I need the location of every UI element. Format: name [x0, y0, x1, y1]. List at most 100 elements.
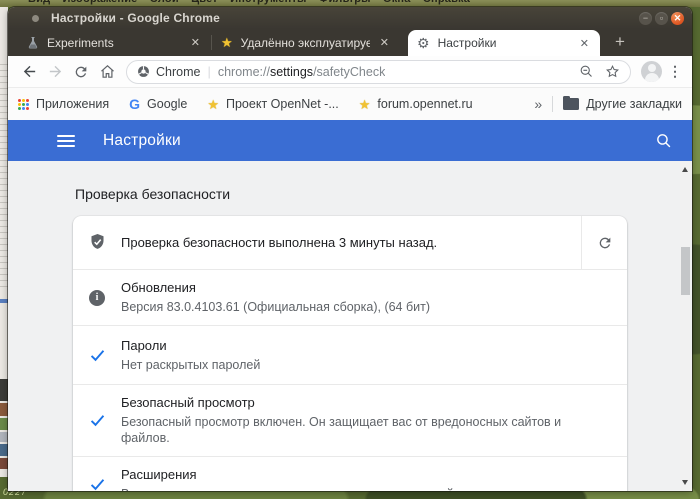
- close-tab-icon[interactable]: ✕: [578, 37, 591, 50]
- bookmark-star-icon[interactable]: [605, 64, 620, 79]
- reload-button[interactable]: [68, 59, 94, 85]
- settings-header: Настройки: [8, 120, 692, 161]
- google-logo-icon: G: [129, 96, 141, 112]
- background-thumbnail: [0, 458, 8, 469]
- close-tab-icon[interactable]: ✕: [378, 36, 391, 49]
- bookmarks-bar: Приложения G Google ★ Проект OpenNet -..…: [8, 88, 692, 120]
- close-tab-icon[interactable]: ✕: [189, 36, 202, 49]
- row-subtitle: Безопасный просмотр включен. Он защищает…: [121, 415, 562, 445]
- row-title: Обновления: [121, 280, 196, 295]
- settings-title: Настройки: [103, 131, 181, 149]
- bookmark-apps[interactable]: Приложения: [18, 97, 109, 111]
- window-controls: − ▫ ✕: [639, 11, 684, 25]
- background-text-lines: [0, 59, 8, 289]
- bookmark-label: Проект OpenNet -...: [226, 97, 339, 111]
- bookmark-label: Приложения: [36, 97, 110, 111]
- bookmark-opennet[interactable]: ★ Проект OpenNet -...: [207, 97, 338, 111]
- run-safety-check-button[interactable]: [581, 216, 627, 269]
- tab-experiments[interactable]: Experiments ✕: [18, 29, 211, 56]
- background-thumbnail: [0, 403, 8, 416]
- row-subtitle: Версия 83.0.4103.61 (Официальная сборка)…: [121, 300, 431, 314]
- folder-icon: [563, 95, 580, 110]
- menu-hamburger-icon[interactable]: [57, 134, 75, 147]
- url-divider: |: [207, 64, 211, 79]
- bookmark-label: Google: [147, 97, 188, 111]
- search-icon[interactable]: [655, 132, 672, 149]
- section-title: Проверка безопасности: [75, 186, 231, 202]
- apps-grid-icon: [18, 98, 29, 110]
- window-menu-icon[interactable]: [32, 14, 39, 22]
- zoom-indicator-icon[interactable]: [579, 64, 594, 79]
- star-favicon: ★: [221, 35, 233, 50]
- refresh-icon: [599, 237, 610, 248]
- url-host: settings: [269, 64, 314, 79]
- site-settings-icon[interactable]: [137, 65, 150, 78]
- tab-label: Настройки: [437, 36, 497, 50]
- tab-label: Experiments: [47, 35, 114, 50]
- background-thumbnail: [0, 444, 8, 456]
- url-text: Chrome | chrome:// settings /safetyCheck: [150, 64, 385, 79]
- check-icon: [73, 411, 121, 430]
- maximize-button[interactable]: ▫: [655, 11, 668, 25]
- address-bar[interactable]: Chrome | chrome:// settings /safetyCheck: [126, 59, 631, 84]
- safety-check-card: Проверка безопасности выполнена 3 минуты…: [73, 216, 627, 491]
- vertical-scrollbar[interactable]: [680, 161, 691, 491]
- back-button[interactable]: [16, 59, 42, 85]
- shield-check-icon: [73, 233, 121, 252]
- background-dark-fragment: [0, 379, 8, 401]
- background-menu-items: Вид Изображение Слои Цвет Инструменты Фи…: [0, 0, 700, 5]
- tab-strip: Experiments ✕ ★ Удалённо эксплуатируемая…: [8, 29, 692, 56]
- window-titlebar[interactable]: Настройки - Google Chrome − ▫ ✕: [8, 7, 692, 29]
- url-path: /safetyCheck: [313, 64, 386, 79]
- bookmark-label: forum.opennet.ru: [377, 97, 473, 111]
- check-icon: [73, 475, 121, 491]
- tab-opennet-article[interactable]: ★ Удалённо эксплуатируемая ✕: [212, 29, 400, 56]
- new-tab-button[interactable]: +: [608, 30, 632, 54]
- gear-icon: ⚙: [417, 35, 430, 51]
- bookmark-google[interactable]: G Google: [129, 97, 187, 111]
- status-text: Проверка безопасности выполнена 3 минуты…: [121, 234, 438, 250]
- scroll-up-arrow[interactable]: [682, 167, 688, 172]
- chrome-window: Настройки - Google Chrome − ▫ ✕ Experime…: [8, 7, 692, 491]
- check-icon: [73, 346, 121, 365]
- close-window-button[interactable]: ✕: [671, 11, 684, 25]
- background-thumbnail: [0, 432, 8, 442]
- extensions-row[interactable]: Расширения Включена защита от потенциаль…: [73, 456, 627, 491]
- url-product-label: Chrome: [156, 64, 201, 79]
- minimize-button[interactable]: −: [639, 11, 652, 25]
- window-title: Настройки - Google Chrome: [51, 11, 220, 25]
- row-subtitle: Включена защита от потенциально опасных …: [121, 486, 611, 491]
- scrollbar-thumb[interactable]: [681, 247, 690, 295]
- background-link-fragment: [0, 299, 8, 303]
- row-title: Расширения: [121, 467, 197, 482]
- bookmark-forum-opennet[interactable]: ★ forum.opennet.ru: [359, 97, 473, 111]
- background-window-sliver: [0, 7, 8, 477]
- home-button[interactable]: [94, 59, 120, 85]
- bookmarks-overflow-chevron[interactable]: »: [534, 96, 542, 112]
- bookmarks-divider: [552, 96, 554, 112]
- bookmarks-right-group: » Другие закладки: [534, 95, 682, 112]
- profile-avatar[interactable]: [641, 61, 662, 82]
- tab-settings[interactable]: ⚙ Настройки ✕: [408, 30, 600, 56]
- row-title: Безопасный просмотр: [121, 395, 255, 410]
- safe-browsing-row[interactable]: Безопасный просмотр Безопасный просмотр …: [73, 384, 627, 456]
- chrome-menu-icon[interactable]: ⋮: [668, 63, 682, 80]
- other-bookmarks-button[interactable]: Другие закладки: [586, 97, 682, 111]
- row-subtitle: Нет раскрытых паролей: [121, 357, 261, 372]
- settings-content: Проверка безопасности Проверка безопасно…: [8, 161, 692, 491]
- star-favicon: ★: [358, 96, 371, 112]
- url-scheme: chrome://: [217, 64, 270, 79]
- info-icon: i: [73, 289, 121, 306]
- star-favicon: ★: [207, 96, 219, 112]
- navigation-toolbar: Chrome | chrome:// settings /safetyCheck…: [8, 56, 692, 88]
- background-thumbnail: [0, 418, 8, 430]
- forward-button[interactable]: [42, 59, 68, 85]
- passwords-row[interactable]: Пароли Нет раскрытых паролей: [73, 325, 627, 384]
- row-title: Пароли: [121, 337, 167, 353]
- screen: Вид Изображение Слои Цвет Инструменты Фи…: [0, 0, 700, 499]
- flask-icon: [27, 36, 39, 49]
- scroll-down-arrow[interactable]: [682, 480, 688, 485]
- tab-label: Удалённо эксплуатируемая: [240, 35, 370, 50]
- safety-check-status-row: Проверка безопасности выполнена 3 минуты…: [73, 216, 627, 269]
- updates-row[interactable]: i Обновления Версия 83.0.4103.61 (Официа…: [73, 269, 627, 325]
